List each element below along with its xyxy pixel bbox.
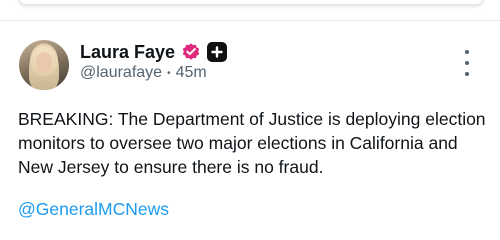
- divider: [0, 20, 500, 21]
- avatar-face: [36, 52, 52, 72]
- verified-badge-icon: [181, 42, 201, 62]
- author-handle[interactable]: @laurafaye: [80, 64, 162, 82]
- previous-card-edge: [18, 0, 484, 5]
- more-options-icon[interactable]: [460, 50, 474, 76]
- mention-link[interactable]: @GeneralMCNews: [18, 199, 169, 220]
- author-name[interactable]: Laura Faye: [80, 42, 175, 63]
- more-dot: [465, 61, 469, 65]
- more-dot: [465, 72, 469, 76]
- more-dot: [465, 50, 469, 54]
- separator-dot: •: [167, 67, 171, 79]
- handle-row: @laurafaye • 45m: [80, 64, 207, 82]
- post-time[interactable]: 45m: [176, 64, 207, 82]
- plus-badge-icon: [207, 42, 228, 62]
- post-text: BREAKING: The Department of Justice is d…: [18, 109, 486, 177]
- avatar[interactable]: [19, 40, 69, 90]
- author-row: Laura Faye: [80, 41, 228, 63]
